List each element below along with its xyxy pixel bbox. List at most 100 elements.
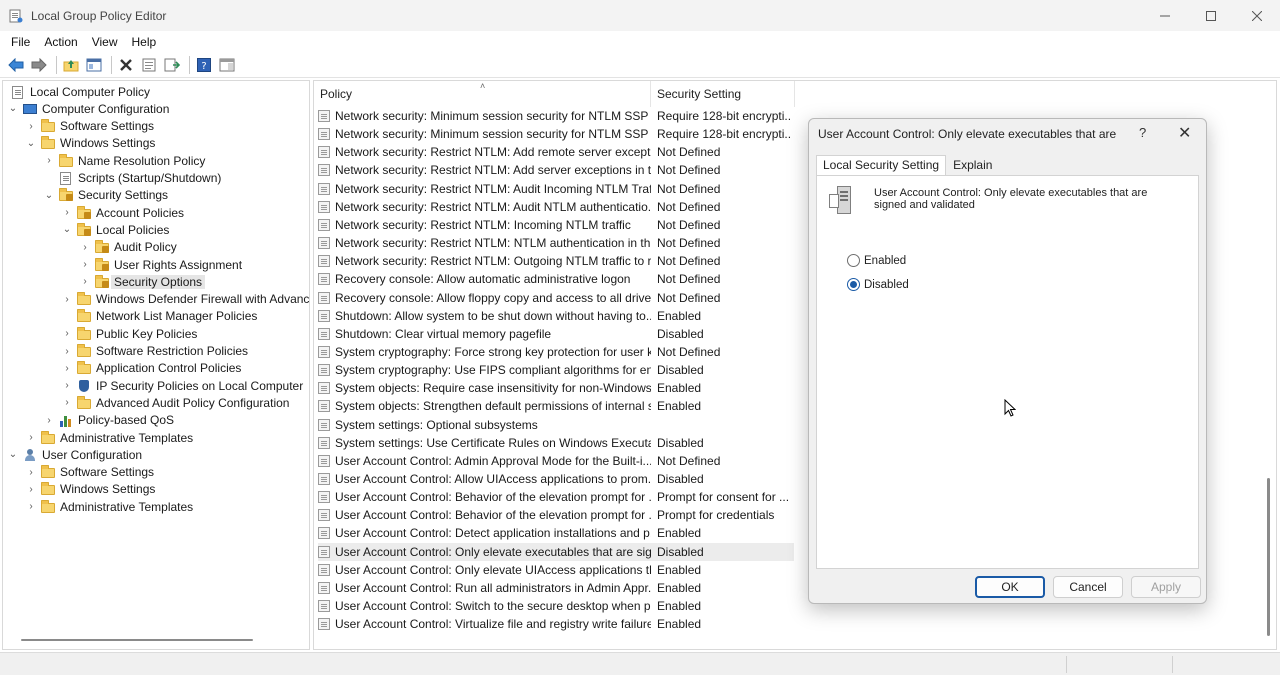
ok-button[interactable]: OK [975,576,1045,598]
properties-icon[interactable] [139,55,159,75]
chevron-right-icon[interactable]: › [25,484,37,495]
policy-row[interactable]: System objects: Strengthen default permi… [318,397,794,415]
column-divider[interactable] [794,81,795,107]
chevron-down-icon[interactable]: ⌄ [61,224,73,235]
policy-row[interactable]: Network security: Restrict NTLM: Add rem… [318,143,794,161]
tree-item[interactable]: › Windows Defender Firewall with Advance [61,291,309,308]
tree-item[interactable]: › Application Control Policies [61,360,241,377]
menu-view[interactable]: View [85,35,125,49]
policy-row[interactable]: Recovery console: Allow floppy copy and … [318,289,794,307]
menu-help[interactable]: Help [125,35,164,49]
policy-row[interactable]: User Account Control: Allow UIAccess app… [318,470,794,488]
action-pane-icon[interactable] [217,55,237,75]
policy-row[interactable]: Network security: Restrict NTLM: Add ser… [318,161,794,179]
tree-item[interactable]: › Security Options [79,273,206,290]
tree-item[interactable]: ⌄ Computer Configuration [7,100,170,117]
radio-disabled[interactable]: Disabled [847,278,909,291]
tree-item[interactable]: › Software Settings [25,464,154,481]
tree-item[interactable]: ⌄ Security Settings [43,187,168,204]
policy-row[interactable]: Network security: Minimum session securi… [318,107,794,125]
help-icon[interactable]: ? [194,55,214,75]
policy-row[interactable]: Network security: Restrict NTLM: Outgoin… [318,252,794,270]
tree-item[interactable]: › Public Key Policies [61,325,197,342]
chevron-down-icon[interactable]: ⌄ [25,138,37,149]
tree-item[interactable]: › IP Security Policies on Local Computer [61,377,303,394]
policy-row[interactable]: System cryptography: Force strong key pr… [318,343,794,361]
policy-row[interactable]: Network security: Restrict NTLM: NTLM au… [318,234,794,252]
maximize-button[interactable] [1188,0,1234,31]
tree-item[interactable]: › Advanced Audit Policy Configuration [61,394,289,411]
minimize-button[interactable] [1142,0,1188,31]
tree-item[interactable]: › Account Policies [61,204,184,221]
chevron-right-icon[interactable]: › [61,346,73,357]
policy-row[interactable]: User Account Control: Only elevate UIAcc… [318,561,794,579]
policy-row[interactable]: User Account Control: Behavior of the el… [318,488,794,506]
policy-row[interactable]: User Account Control: Run all administra… [318,579,794,597]
menu-action[interactable]: Action [37,35,84,49]
chevron-right-icon[interactable]: › [79,242,91,253]
apply-button[interactable]: Apply [1131,576,1201,598]
chevron-right-icon[interactable]: › [25,432,37,443]
radio-enabled[interactable]: Enabled [847,254,906,267]
tab-local-security-setting[interactable]: Local Security Setting [816,155,947,176]
policy-row[interactable]: Recovery console: Allow automatic admini… [318,270,794,288]
back-icon[interactable] [6,55,26,75]
chevron-right-icon[interactable]: › [43,415,55,426]
policy-row[interactable]: Network security: Minimum session securi… [318,125,794,143]
policy-row[interactable]: System settings: Optional subsystems [318,416,794,434]
policy-row[interactable]: User Account Control: Detect application… [318,524,794,542]
chevron-right-icon[interactable]: › [43,155,55,166]
chevron-right-icon[interactable]: › [61,328,73,339]
policy-row[interactable]: Network security: Restrict NTLM: Audit N… [318,198,794,216]
policy-row[interactable]: User Account Control: Switch to the secu… [318,597,794,615]
chevron-right-icon[interactable]: › [61,380,73,391]
tab-explain[interactable]: Explain [946,155,999,175]
menu-file[interactable]: File [4,35,37,49]
tree-item[interactable]: › Administrative Templates [25,498,193,515]
export-list-icon[interactable] [162,55,182,75]
chevron-right-icon[interactable]: › [25,467,37,478]
policy-row[interactable]: Shutdown: Allow system to be shut down w… [318,307,794,325]
delete-icon[interactable] [116,55,136,75]
radio-disabled-circle[interactable] [847,278,860,291]
radio-enabled-circle[interactable] [847,254,860,267]
up-folder-icon[interactable] [61,55,81,75]
tree-item[interactable]: › Audit Policy [79,239,177,256]
tree-item[interactable]: ⌄ Local Policies [61,221,169,238]
tree-item[interactable]: › Administrative Templates [25,429,193,446]
tree-item[interactable]: › User Rights Assignment [79,256,242,273]
tree-item[interactable]: Local Computer Policy [5,83,150,100]
policy-row[interactable]: System objects: Require case insensitivi… [318,379,794,397]
policy-row[interactable]: User Account Control: Virtualize file an… [318,615,794,633]
chevron-right-icon[interactable]: › [61,397,73,408]
tree-item[interactable]: › Software Restriction Policies [61,343,248,360]
chevron-down-icon[interactable]: ⌄ [43,190,55,201]
policy-row[interactable]: Network security: Restrict NTLM: Audit I… [318,180,794,198]
dialog-close-icon[interactable]: ✕ [1178,123,1191,143]
policy-row[interactable]: User Account Control: Only elevate execu… [318,542,794,561]
tree-item[interactable]: Network List Manager Policies [61,308,257,325]
tree-item[interactable]: ⌄ Windows Settings [25,135,155,152]
show-hide-tree-icon[interactable] [84,55,104,75]
list-vertical-scrollbar[interactable] [1267,478,1270,636]
column-header-security-setting[interactable]: Security Setting [651,81,794,107]
tree-item[interactable]: ⌄ User Configuration [7,446,142,463]
column-header-policy[interactable]: Policy [314,81,650,107]
chevron-right-icon[interactable]: › [61,294,73,305]
policy-row[interactable]: User Account Control: Behavior of the el… [318,506,794,524]
tree-item[interactable]: › Policy-based QoS [43,412,174,429]
tree-item[interactable]: Scripts (Startup/Shutdown) [43,170,221,187]
chevron-right-icon[interactable]: › [79,276,91,287]
cancel-button[interactable]: Cancel [1053,576,1123,598]
policy-row[interactable]: Network security: Restrict NTLM: Incomin… [318,216,794,234]
chevron-right-icon[interactable]: › [25,121,37,132]
chevron-right-icon[interactable]: › [61,207,73,218]
forward-icon[interactable] [29,55,49,75]
chevron-right-icon[interactable]: › [79,259,91,270]
chevron-right-icon[interactable]: › [25,501,37,512]
tree-horizontal-scrollbar[interactable] [21,639,253,641]
policy-row[interactable]: User Account Control: Admin Approval Mod… [318,452,794,470]
close-window-button[interactable] [1234,0,1280,31]
dialog-help-button[interactable]: ? [1139,125,1146,140]
tree-item[interactable]: › Name Resolution Policy [43,152,205,169]
